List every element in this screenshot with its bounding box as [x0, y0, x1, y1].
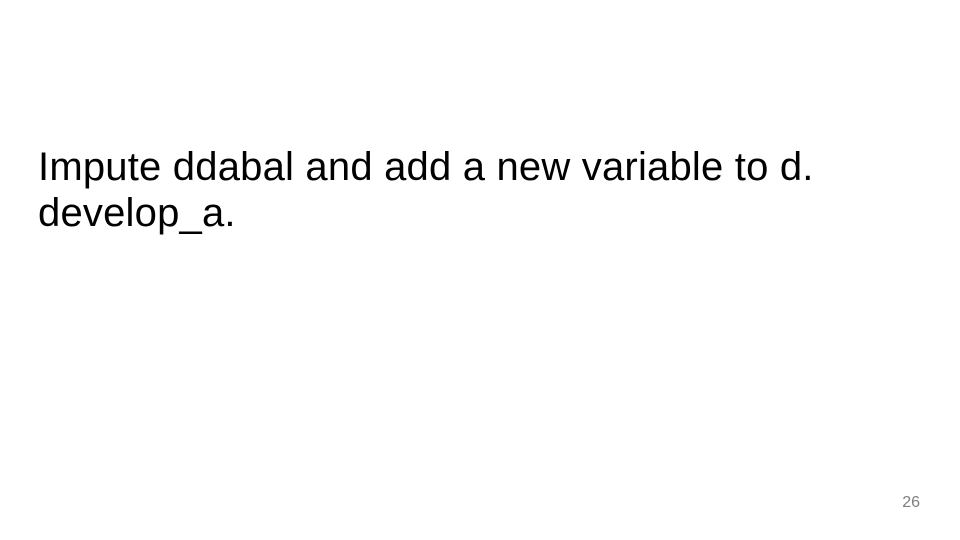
slide: Impute ddabal and add a new variable to …	[0, 0, 960, 540]
slide-title: Impute ddabal and add a new variable to …	[38, 144, 900, 236]
page-number: 26	[902, 494, 920, 512]
